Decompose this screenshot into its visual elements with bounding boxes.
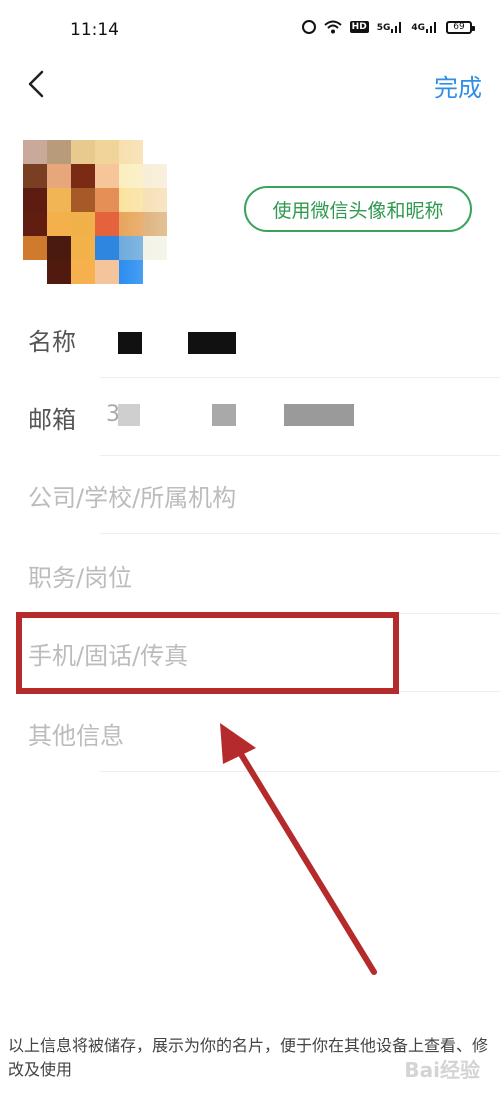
status-icons: HD 5G 4G 69: [301, 20, 475, 34]
4g-signal-icon: 4G: [411, 21, 438, 33]
status-bar: 11:14 HD 5G 4G 69: [0, 0, 500, 60]
status-time: 11:14: [70, 20, 119, 40]
avatar[interactable]: [23, 140, 167, 284]
redacted-email-block: [212, 404, 236, 426]
row-divider: [100, 691, 500, 692]
done-button[interactable]: 完成: [434, 68, 482, 103]
row-divider: [100, 771, 500, 772]
email-row[interactable]: 邮箱 3: [0, 378, 500, 456]
redacted-email-block: [118, 404, 140, 426]
chevron-left-icon: [28, 70, 44, 98]
name-label: 名称: [28, 328, 76, 356]
4g-label: 4G: [411, 23, 425, 33]
5g-signal-icon: 5G: [377, 21, 404, 33]
5g-label: 5G: [376, 23, 391, 33]
use-wechat-avatar-button[interactable]: 使用微信头像和昵称: [244, 186, 472, 232]
redacted-email-block: [284, 404, 354, 426]
alarm-icon: [301, 20, 316, 34]
wifi-icon: [324, 20, 342, 34]
org-row[interactable]: 公司/学校/所属机构: [0, 456, 500, 534]
org-field[interactable]: 公司/学校/所属机构: [28, 478, 236, 513]
name-row[interactable]: 名称: [0, 300, 500, 378]
position-row[interactable]: 职务/岗位: [0, 536, 500, 614]
email-label: 邮箱: [28, 406, 76, 434]
position-field[interactable]: 职务/岗位: [28, 558, 132, 593]
battery-icon: 69: [446, 20, 475, 34]
redacted-name-block: [188, 332, 236, 354]
row-divider: [100, 533, 500, 534]
back-button[interactable]: [16, 64, 56, 104]
other-field[interactable]: 其他信息: [28, 716, 124, 751]
redacted-name-block: [118, 332, 142, 354]
watermark: Bai经验: [404, 1058, 480, 1082]
phone-field[interactable]: 手机/固话/传真: [28, 636, 188, 671]
hd-icon: HD: [349, 21, 369, 33]
other-row[interactable]: 其他信息: [0, 694, 500, 772]
phone-row[interactable]: 手机/固话/传真: [0, 614, 500, 692]
